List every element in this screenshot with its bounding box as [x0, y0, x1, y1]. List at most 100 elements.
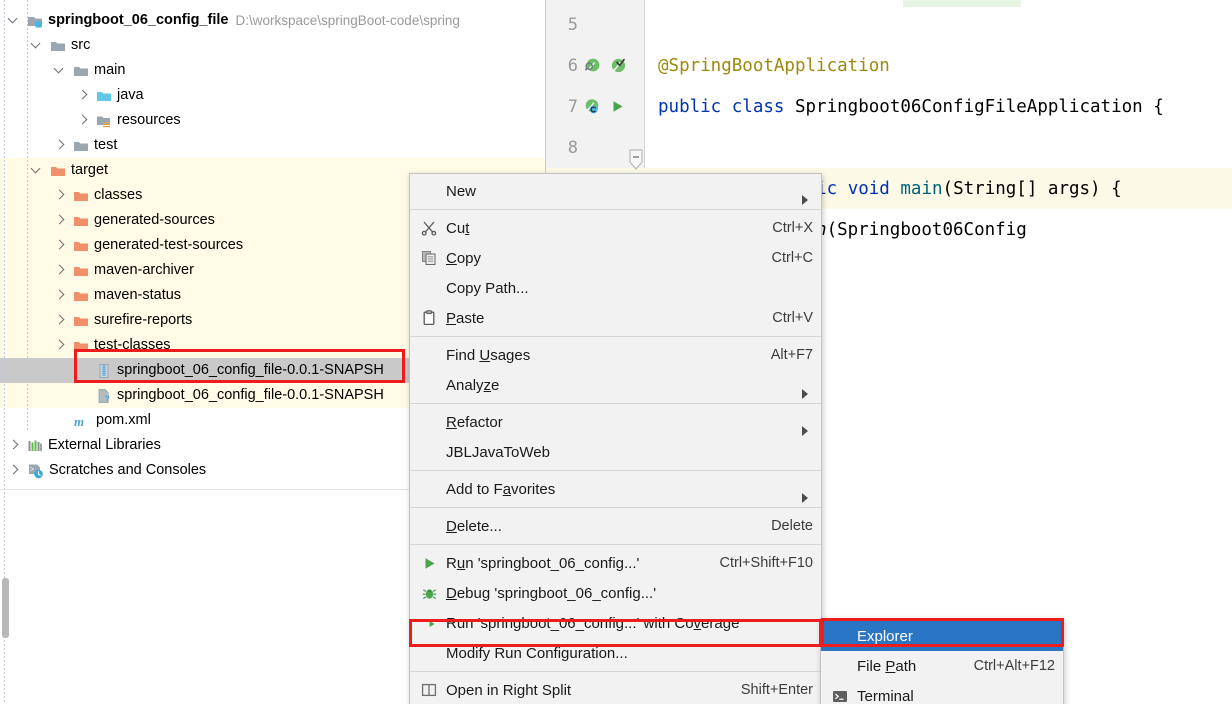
tree-row-label: generated-test-sources — [94, 238, 243, 253]
tree-row-label: pom.xml — [96, 413, 151, 428]
vertical-scrollbar-thumb[interactable] — [2, 578, 9, 638]
coverage-icon — [418, 616, 440, 631]
menu-item-shortcut: Shift+Enter — [741, 682, 813, 698]
menu-item-label: Analyze — [446, 377, 789, 394]
tree-row-test[interactable]: test — [0, 133, 545, 158]
folder-orange-icon — [73, 188, 89, 204]
maven-icon: m — [73, 413, 91, 429]
menu-item-label: JBLJavaToWeb — [446, 444, 813, 461]
menu-item-copy-path[interactable]: Copy Path... — [410, 273, 821, 303]
split-icon — [418, 682, 440, 698]
menu-item-explorer[interactable]: Explorer — [821, 621, 1063, 651]
folder-source-icon — [96, 88, 112, 104]
copy-icon — [418, 250, 440, 266]
menu-item-label: Run 'springboot_06_config...' — [446, 555, 706, 572]
menu-item-add-to-favorites[interactable]: Add to Favorites — [410, 474, 821, 504]
chevron-right-icon[interactable] — [54, 140, 65, 151]
menu-item-file-path[interactable]: File Path Ctrl+Alt+F12 — [821, 651, 1063, 681]
open-in-submenu[interactable]: Explorer File Path Ctrl+Alt+F12 Terminal — [820, 618, 1064, 704]
menu-item-label: Copy Path... — [446, 280, 813, 297]
context-menu[interactable]: NewCutCtrl+XCopyCtrl+CCopy Path...PasteC… — [409, 173, 822, 704]
run-icon[interactable] — [610, 99, 625, 114]
editor-line[interactable]: 5 — [546, 4, 1232, 45]
tree-row-src[interactable]: src — [0, 33, 545, 58]
unknown-file-icon: ? — [96, 388, 112, 404]
tree-row-label: resources — [117, 113, 181, 128]
menu-item-label: Modify Run Configuration... — [446, 645, 813, 662]
chevron-right-icon[interactable] — [8, 440, 19, 451]
chevron-down-icon[interactable] — [54, 65, 65, 76]
tree-row-main[interactable]: main — [0, 58, 545, 83]
tree-row-java[interactable]: java — [0, 83, 545, 108]
editor-line[interactable]: 8 — [546, 127, 1232, 168]
menu-item-shortcut: Ctrl+Alt+F12 — [974, 658, 1055, 674]
chevron-down-icon[interactable] — [31, 165, 42, 176]
chevron-right-icon[interactable] — [77, 90, 88, 101]
menu-item-label: Copy — [446, 250, 758, 267]
menu-item-run-config[interactable]: Run 'springboot_06_config...' Ctrl+Shift+… — [410, 548, 821, 578]
tree-row-label: maven-status — [94, 288, 181, 303]
editor-line[interactable]: 6@SpringBootApplication — [546, 45, 1232, 86]
menu-item-copy[interactable]: CopyCtrl+C — [410, 243, 821, 273]
tree-row-project-root[interactable]: springboot_06_config_file D:\workspace\sp… — [0, 8, 545, 33]
menu-item-label: File Path — [857, 658, 960, 675]
svg-text:m: m — [74, 414, 84, 429]
tree-row-label: surefire-reports — [94, 313, 192, 328]
folder-orange-icon — [73, 313, 89, 329]
bean-search-icon[interactable] — [584, 57, 601, 74]
menu-item-refactor[interactable]: Refactor — [410, 407, 821, 437]
chevron-down-icon[interactable] — [31, 40, 42, 51]
chevron-right-icon[interactable] — [54, 215, 65, 226]
chevron-right-icon[interactable] — [54, 265, 65, 276]
tree-row-label: springboot_06_config_file-0.0.1-SNAPSH — [117, 388, 384, 403]
menu-item-jbljavatoweb[interactable]: JBLJavaToWeb — [410, 437, 821, 467]
chevron-right-icon[interactable] — [8, 465, 19, 476]
tree-row-label: springboot_06_config_file-0.0.1-SNAPSH — [117, 363, 384, 378]
menu-item-paste[interactable]: PasteCtrl+V — [410, 303, 821, 333]
tree-row-label: generated-sources — [94, 213, 215, 228]
editor-line[interactable]: 7public class Springboot06ConfigFileAppl… — [546, 86, 1232, 127]
menu-item-new[interactable]: New — [410, 176, 821, 206]
chevron-right-icon[interactable] — [54, 315, 65, 326]
bean-check-icon[interactable] — [610, 57, 627, 74]
chevron-right-icon[interactable] — [77, 115, 88, 126]
spring-bean-icon[interactable] — [584, 98, 601, 115]
folder-orange-icon — [73, 338, 89, 354]
menu-item-open-in-right-split[interactable]: Open in Right SplitShift+Enter — [410, 675, 821, 704]
menu-item-cut[interactable]: CutCtrl+X — [410, 213, 821, 243]
code-fold-marker-icon[interactable] — [628, 148, 644, 174]
folder-gray-icon — [73, 63, 89, 79]
run-icon — [418, 556, 440, 571]
menu-item-modify-run-configuration[interactable]: Modify Run Configuration... — [410, 638, 821, 668]
tree-row-label: test — [94, 138, 117, 153]
svg-text:>: > — [30, 466, 34, 474]
menu-separator — [410, 209, 821, 210]
chevron-right-icon[interactable] — [54, 290, 65, 301]
menu-item-delete[interactable]: Delete...Delete — [410, 511, 821, 541]
tree-spacer — [77, 365, 88, 376]
module-icon — [27, 13, 43, 29]
chevron-down-icon[interactable] — [8, 15, 19, 26]
menu-item-debug-config[interactable]: Debug 'springboot_06_config...' — [410, 578, 821, 608]
project-path-label: D:\workspace\springBoot-code\spring — [235, 13, 459, 28]
folder-orange-icon — [73, 213, 89, 229]
menu-item-find-usages[interactable]: Find UsagesAlt+F7 — [410, 340, 821, 370]
tree-row-label: External Libraries — [48, 438, 161, 453]
folder-gray-icon — [50, 38, 66, 54]
menu-item-shortcut: Ctrl+Shift+F10 — [720, 555, 814, 571]
menu-item-label: New — [446, 183, 789, 200]
menu-item-run-with-coverage[interactable]: Run 'springboot_06_config...' with Cover… — [410, 608, 821, 638]
menu-item-analyze[interactable]: Analyze — [410, 370, 821, 400]
chevron-right-icon[interactable] — [54, 340, 65, 351]
menu-item-terminal[interactable]: Terminal — [821, 681, 1063, 704]
chevron-right-icon[interactable] — [54, 190, 65, 201]
line-number: 7 — [546, 97, 578, 117]
tree-row-label: springboot_06_config_file — [48, 13, 228, 28]
folder-resources-icon — [96, 113, 112, 129]
tree-row-resources[interactable]: resources — [0, 108, 545, 133]
menu-separator — [410, 403, 821, 404]
chevron-right-icon[interactable] — [54, 240, 65, 251]
tree-row-label: main — [94, 63, 125, 78]
libraries-icon — [27, 438, 43, 454]
menu-item-label: Paste — [446, 310, 758, 327]
